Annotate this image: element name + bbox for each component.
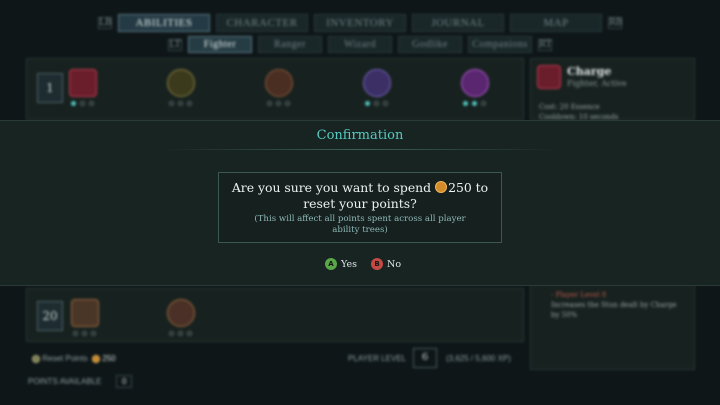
tab-ranger[interactable]: Ranger — [258, 36, 322, 53]
main-tab-bar: LB ABILITIES CHARACTER INVENTORY JOURNAL… — [0, 14, 720, 32]
dialog-message-box: Are you sure you want to spend 250 to re… — [218, 172, 502, 243]
b-button-icon: B — [371, 258, 383, 270]
tier-badge: 20 — [37, 301, 63, 331]
coin-icon — [92, 354, 101, 363]
ability-type: Fighter, Active — [567, 79, 627, 88]
ability-cost: Cost: 20 Essence — [539, 103, 600, 111]
ability-node-4-icon[interactable] — [363, 69, 391, 97]
points-available-label: POINTS AVAILABLE — [28, 377, 102, 386]
tab-character[interactable]: CHARACTER — [216, 14, 308, 32]
yes-button[interactable]: A Yes — [325, 258, 357, 270]
ability-node-7-icon[interactable] — [167, 299, 195, 327]
no-button[interactable]: B No — [371, 258, 401, 270]
dialog-divider — [160, 149, 560, 150]
ability-node-5-icon[interactable] — [461, 69, 489, 97]
ability-node-2-icon[interactable] — [167, 69, 195, 97]
tab-map[interactable]: MAP — [510, 14, 602, 32]
xp-readout: (3,625 / 5,600 XP) — [446, 354, 511, 363]
ability-info-panel: Charge Fighter, Active Cost: 20 Essence … — [530, 58, 695, 121]
reset-cost-amount: 250 — [448, 180, 472, 195]
upgrade-text-2: by 50% — [551, 311, 578, 319]
left-bumper-hint: LB — [98, 17, 112, 29]
tab-companions[interactable]: Companions — [468, 36, 532, 53]
right-trigger-hint: RT — [538, 38, 552, 51]
a-button-icon: A — [325, 258, 337, 270]
reset-icon — [32, 354, 40, 363]
tab-wizard[interactable]: Wizard — [328, 36, 392, 53]
ability-name: Charge — [567, 65, 612, 78]
left-trigger-hint: LT — [168, 38, 182, 51]
right-bumper-hint: RB — [608, 17, 623, 29]
coin-icon — [435, 181, 448, 193]
ability-node-3-icon[interactable] — [265, 69, 293, 97]
ability-node-6-icon[interactable] — [71, 299, 99, 327]
dialog-note: (This will affect all points spent acros… — [254, 214, 466, 235]
tab-godlike[interactable]: Godlike — [398, 36, 462, 53]
tab-abilities[interactable]: ABILITIES — [118, 14, 210, 32]
tab-journal[interactable]: JOURNAL — [412, 14, 504, 32]
ability-tree-row-bottom: 20 — [26, 288, 524, 342]
charge-icon — [537, 65, 561, 89]
tab-inventory[interactable]: INVENTORY — [314, 14, 406, 32]
player-level-value: 6 — [413, 348, 437, 368]
points-available-value: 0 — [116, 375, 133, 388]
yes-label: Yes — [341, 258, 357, 270]
no-label: No — [387, 258, 402, 270]
charge-ability-icon[interactable] — [69, 69, 97, 97]
upgrade-heading: - Player Level 8 — [551, 291, 607, 299]
tier-badge: 1 — [37, 73, 63, 103]
reset-points-button[interactable]: Reset Points 250 — [32, 354, 116, 363]
tab-fighter[interactable]: Fighter — [188, 36, 252, 53]
player-level-label: PLAYER LEVEL — [348, 354, 407, 363]
ability-tree-row-top: 1 — [26, 58, 524, 120]
dialog-title: Confirmation — [316, 128, 404, 143]
dialog-message: Are you sure you want to spend 250 to re… — [231, 180, 489, 211]
class-tab-bar: LT Fighter Ranger Wizard Godlike Compani… — [0, 36, 720, 53]
upgrade-text: Increases the Stun dealt by Charge — [551, 301, 677, 309]
